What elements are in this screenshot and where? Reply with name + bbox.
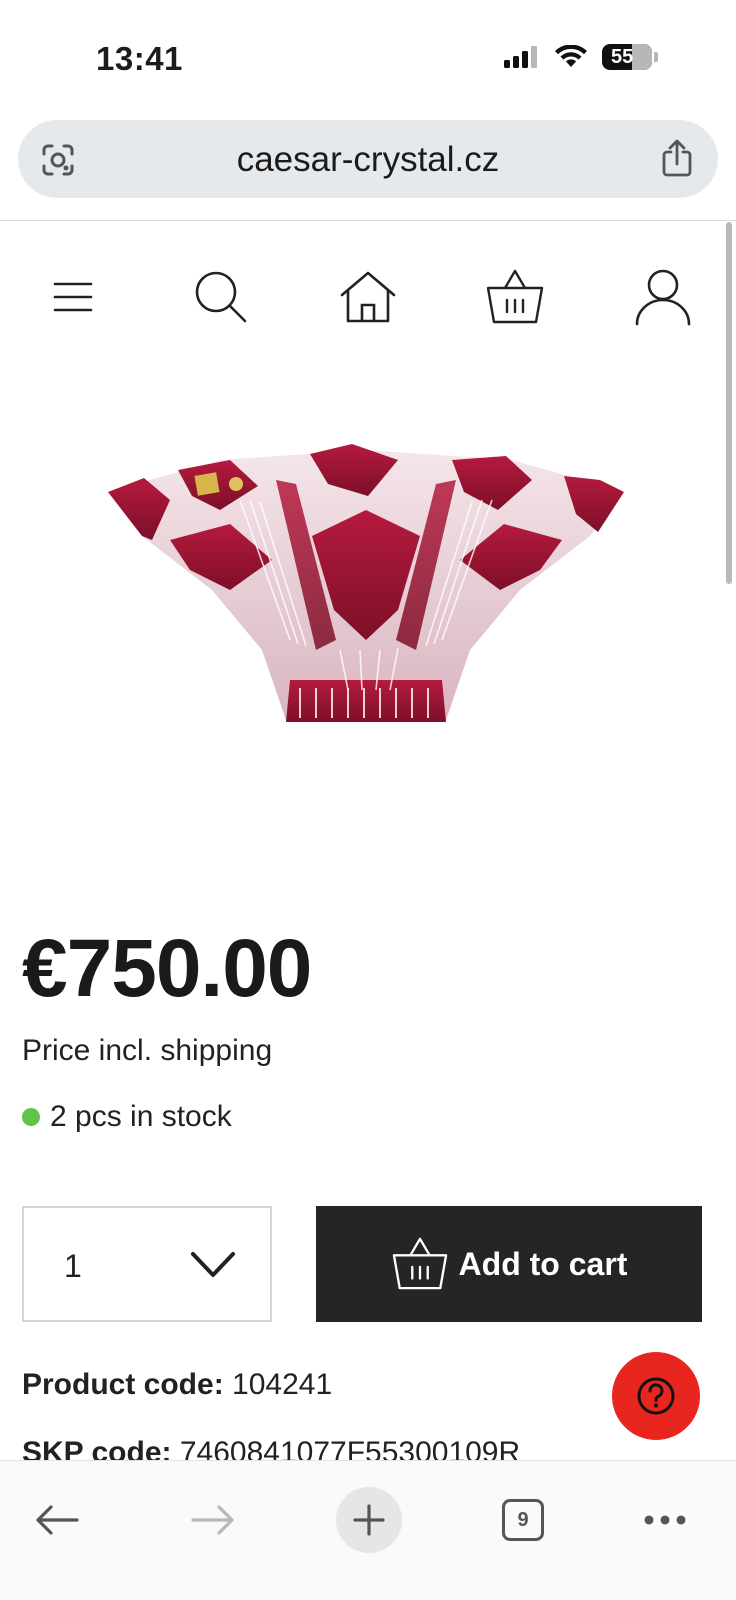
chevron-down-icon — [191, 1252, 235, 1277]
browser-toolbar: 9 — [0, 1460, 736, 1600]
battery-nub — [654, 52, 658, 62]
stock-status: 2 pcs in stock — [22, 1100, 232, 1134]
plus-icon — [353, 1504, 385, 1536]
search-icon — [195, 271, 247, 323]
home-icon — [340, 271, 396, 323]
arrow-right-icon — [191, 1505, 234, 1535]
stock-text: 2 pcs in stock — [50, 1100, 232, 1133]
home-button[interactable] — [333, 262, 403, 332]
status-bar: 13:41 55 — [0, 0, 736, 118]
menu-icon — [53, 282, 93, 312]
basket-icon — [392, 1237, 447, 1290]
forward-button[interactable] — [180, 1487, 246, 1553]
back-button[interactable] — [24, 1487, 90, 1553]
search-button[interactable] — [186, 262, 256, 332]
status-time: 13:41 — [96, 40, 183, 77]
address-bar[interactable]: caesar-crystal.cz — [18, 120, 718, 198]
new-tab-button[interactable] — [336, 1487, 402, 1553]
add-to-cart-label: Add to cart — [458, 1245, 628, 1282]
menu-button[interactable] — [38, 262, 108, 332]
product-code-value: 104241 — [232, 1368, 333, 1401]
help-button[interactable] — [612, 1352, 700, 1440]
tab-count: 9 — [502, 1499, 544, 1541]
quantity-value: 1 — [64, 1248, 82, 1284]
more-button[interactable] — [632, 1487, 698, 1553]
status-icons: 55 — [504, 44, 658, 70]
quantity-select[interactable]: 1 — [22, 1206, 272, 1322]
product-price: €750.00 — [22, 923, 312, 1014]
wifi-icon — [555, 45, 587, 67]
more-dots-icon — [644, 1515, 686, 1525]
cart-button[interactable] — [480, 262, 550, 332]
product-code-label: Product code: — [22, 1368, 224, 1401]
share-icon[interactable] — [658, 138, 696, 178]
site-nav — [0, 262, 736, 342]
account-icon — [635, 269, 691, 326]
cellular-signal-icon — [504, 46, 537, 68]
price-note: Price incl. shipping — [22, 1034, 273, 1067]
battery-level: 55 — [611, 45, 634, 68]
product-image[interactable] — [100, 440, 632, 740]
url-text[interactable]: caesar-crystal.cz — [18, 140, 718, 180]
stock-indicator-dot — [22, 1108, 40, 1126]
add-to-cart-button[interactable]: Add to cart — [316, 1206, 702, 1322]
tabs-button[interactable]: 9 — [490, 1487, 556, 1553]
question-icon — [637, 1377, 675, 1415]
basket-icon — [486, 269, 544, 324]
battery-icon: 55 — [602, 44, 652, 70]
arrow-left-icon — [36, 1505, 79, 1535]
product-code-row: Product code: 104241 — [22, 1368, 332, 1402]
account-button[interactable] — [628, 262, 698, 332]
divider — [0, 220, 736, 221]
